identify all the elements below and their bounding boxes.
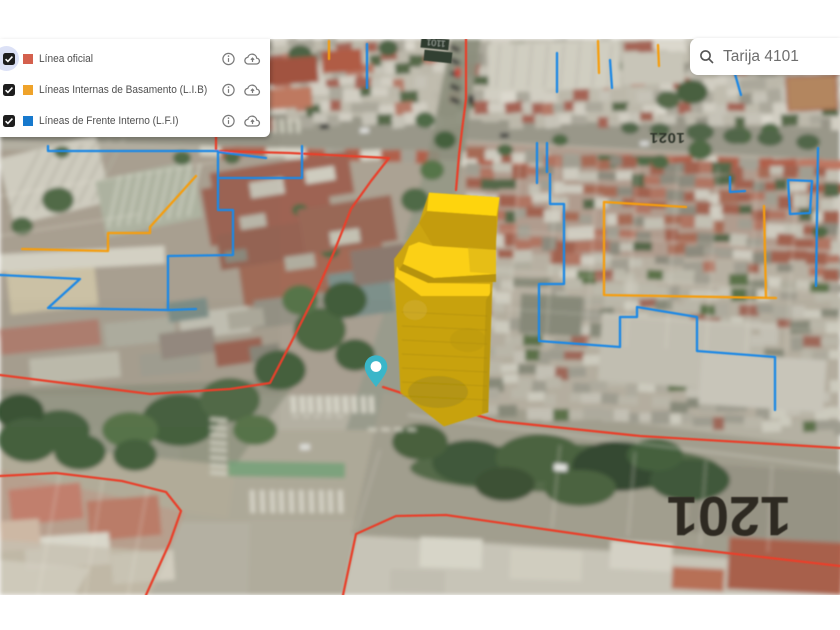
svg-text:1101: 1101 bbox=[426, 37, 446, 49]
svg-text:1201: 1201 bbox=[667, 485, 792, 548]
svg-text:1021: 1021 bbox=[649, 129, 684, 146]
